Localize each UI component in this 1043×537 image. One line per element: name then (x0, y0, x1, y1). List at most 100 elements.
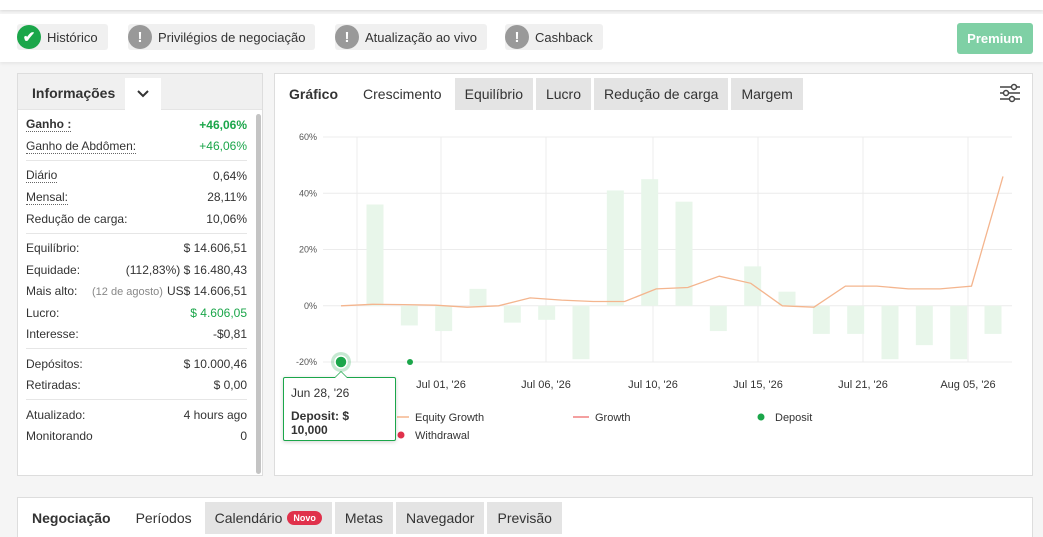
row-daily: Diário 0,64% (26, 165, 247, 187)
divider (26, 232, 247, 234)
tab-drawdown[interactable]: Redução de carga (594, 78, 729, 110)
value: 10,06% (206, 211, 247, 226)
x-tick-label: Aug 05, '26 (940, 379, 995, 391)
tab-calendar[interactable]: Calendário Novo (204, 502, 332, 534)
label[interactable]: Ganho de Abdômen: (26, 139, 137, 154)
x-tick-label: Jul 01, '26 (416, 379, 466, 391)
equity-bar (812, 305, 830, 334)
badge-label: Privilégios de negociação (158, 29, 306, 45)
label: Interesse: (26, 327, 79, 342)
label: Lucro: (26, 305, 60, 320)
value: +46,06% (199, 117, 247, 132)
row-deposits: Depósitos: $ 10.000,46 (26, 353, 247, 375)
equity-bar (847, 305, 865, 334)
equity-bar (915, 305, 933, 346)
check-icon: ✔ (17, 25, 41, 49)
badge-live-update[interactable]: ! Atualização ao vivo (335, 24, 488, 50)
badge-label: Cashback (535, 29, 593, 45)
tab-margin[interactable]: Margem (731, 78, 803, 110)
label[interactable]: Mensal: (26, 190, 69, 205)
value: -$0,81 (212, 327, 247, 342)
value: 28,11% (207, 190, 247, 205)
row-interest: Interesse: -$0,81 (26, 324, 247, 346)
badge-label: Histórico (47, 29, 98, 45)
exclamation-icon: ! (505, 25, 529, 49)
info-scrollbar[interactable] (254, 110, 262, 475)
value: US$ 14.606,51 (166, 284, 247, 299)
equity-note: (112,83%) (125, 262, 181, 277)
tab-calendar-label: Calendário (214, 510, 283, 526)
equity-bar (709, 305, 727, 332)
value: 0 (240, 429, 247, 444)
row-highest: Mais alto: (12 de agosto) US$ 14.606,51 (26, 281, 247, 303)
legend-swatch-deposit (757, 413, 765, 421)
legend-growth: Growth (595, 412, 630, 424)
tab-goals[interactable]: Metas (334, 502, 393, 534)
collapse-toggle[interactable] (125, 78, 161, 110)
tab-forecast[interactable]: Previsão (487, 502, 562, 534)
badge-cashback[interactable]: ! Cashback (505, 24, 603, 50)
label: Mais alto: (26, 284, 78, 299)
row-gain: Ganho : +46,06% (26, 114, 247, 136)
row-profit: Lucro: $ 4.606,05 (26, 302, 247, 324)
badge-trading-privileges[interactable]: ! Privilégios de negociação (128, 24, 316, 50)
value: $ 14.606,51 (183, 241, 247, 256)
equity-bar (778, 291, 796, 306)
legend-swatch-withdrawal (397, 431, 405, 439)
label[interactable]: Ganho : (26, 117, 72, 133)
y-tick-label: 0% (304, 301, 317, 311)
trading-panel: Negociação Períodos Calendário Novo Metas… (17, 497, 1033, 537)
info-title: Informações (32, 85, 116, 101)
equity-bar (538, 305, 556, 320)
equity-bar (572, 305, 590, 360)
value: $ 0,00 (213, 378, 247, 393)
divider (26, 348, 247, 349)
row-equity: Equidade: (112,83%) $ 16.480,43 (26, 259, 247, 281)
info-rows: Ganho : +46,06% Ganho de Abdômen: +46,06% … (26, 114, 247, 447)
y-tick-label: 60% (299, 132, 317, 142)
chart-tooltip: Jun 28, '26 Deposit: $ 10,000 (283, 371, 396, 441)
label: Equilíbrio: (26, 241, 80, 256)
equity-bar (366, 204, 384, 306)
divider (26, 160, 247, 161)
value: 4 hours ago (183, 407, 247, 422)
trading-tabs-heading: Negociação (32, 510, 111, 526)
chart-tabs-heading: Gráfico (289, 86, 339, 102)
value: $ 16.480,43 (183, 262, 247, 277)
tab-profit[interactable]: Lucro (535, 78, 592, 110)
badge-history[interactable]: ✔ Histórico (17, 24, 108, 50)
x-tick-label: Jul 06, '26 (521, 379, 571, 391)
equity-bar (606, 190, 624, 306)
row-updated: Atualizado: 4 hours ago (26, 404, 247, 426)
y-tick-label: 20% (299, 245, 317, 255)
chart-tabs: Gráfico Crescimento Equilíbrio Lucro Red… (275, 78, 806, 110)
equity-bar (744, 266, 762, 306)
label: Monitorando (26, 429, 93, 444)
x-tick-label: Jul 21, '26 (838, 379, 888, 391)
tab-browser[interactable]: Navegador (395, 502, 485, 534)
row-drawdown: Redução de carga: 10,06% (26, 208, 247, 230)
premium-button[interactable]: Premium (957, 23, 1033, 54)
equity-bar (400, 305, 418, 326)
value: $ 4.606,05 (190, 305, 247, 320)
divider (26, 399, 247, 400)
tab-growth[interactable]: Crescimento (353, 78, 452, 110)
trading-tabs: Negociação Períodos Calendário Novo Metas… (18, 502, 565, 534)
label[interactable]: Diário (26, 168, 58, 184)
row-monthly: Mensal: 28,11% (26, 187, 247, 209)
tooltip-date: Jun 28, '26 (291, 386, 350, 400)
legend-withdrawal: Withdrawal (415, 430, 469, 442)
tab-balance[interactable]: Equilíbrio (454, 78, 533, 110)
equity-bar (881, 305, 899, 360)
equity-bar (950, 305, 968, 360)
tab-periods[interactable]: Períodos (125, 502, 202, 534)
scrollbar-thumb[interactable] (256, 114, 261, 474)
label: Retiradas: (26, 378, 81, 393)
equity-bar (984, 305, 1002, 334)
value: 0,64% (212, 168, 247, 183)
top-strip (0, 0, 1043, 10)
filter-settings-icon[interactable] (999, 83, 1021, 103)
exclamation-icon: ! (128, 25, 152, 49)
info-header: Informações (18, 74, 262, 110)
x-tick-label: Jul 15, '26 (733, 379, 783, 391)
